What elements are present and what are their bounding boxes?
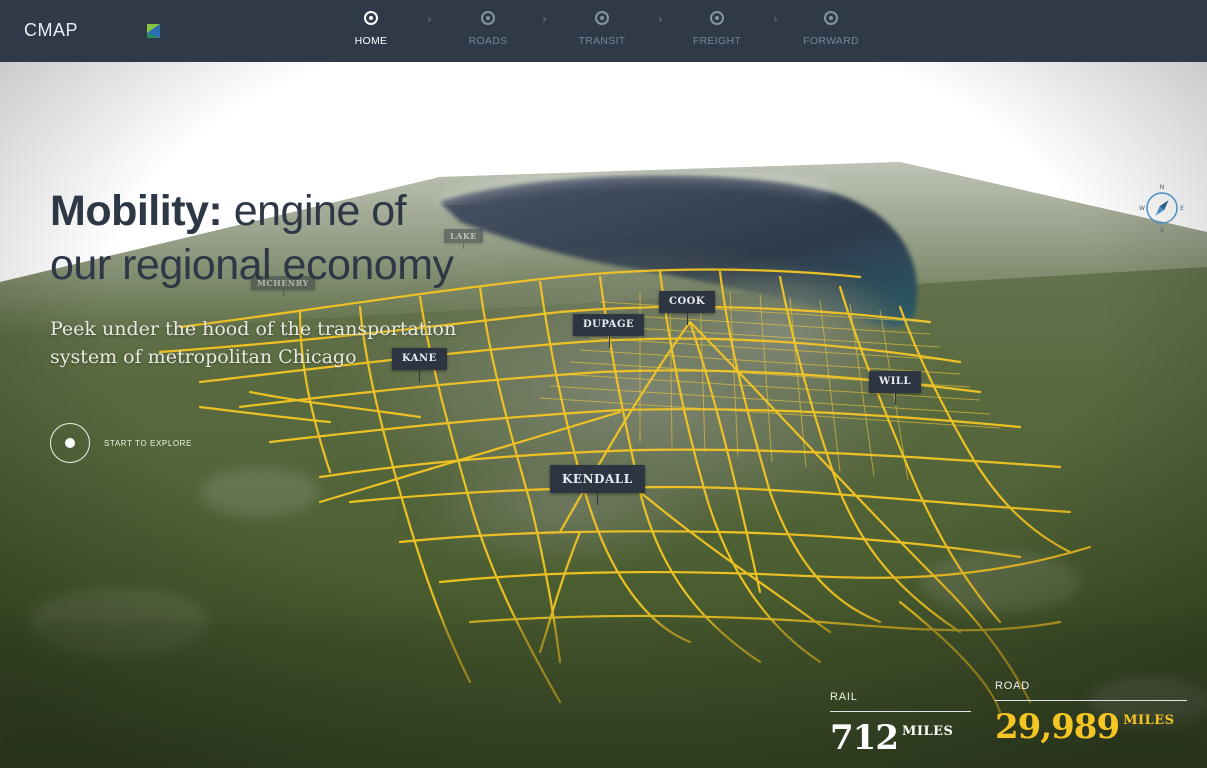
regional-map[interactable] bbox=[0, 62, 1207, 768]
compass-w: W bbox=[1139, 205, 1145, 212]
county-label-lake[interactable]: LAKE bbox=[444, 229, 483, 249]
divider bbox=[830, 711, 971, 712]
chevron-right-icon: › bbox=[542, 12, 547, 26]
nav-step-label: ROADS bbox=[468, 35, 508, 47]
chevron-right-icon: › bbox=[427, 12, 432, 26]
compass-icon[interactable]: N S E W bbox=[1139, 182, 1185, 234]
start-to-explore-button[interactable]: START TO EXPLORE bbox=[50, 423, 192, 463]
county-label-kendall[interactable]: KENDALL bbox=[550, 465, 645, 505]
county-label-kane[interactable]: KANE bbox=[392, 348, 447, 382]
rail-miles-unit: MILES bbox=[901, 724, 954, 739]
step-ring-icon bbox=[364, 11, 378, 25]
step-ring-icon bbox=[595, 11, 609, 25]
step-navigation: HOME › ROADS › TRANSIT › FREIGHT › FORWA… bbox=[330, 0, 890, 62]
nav-step-forward[interactable]: FORWARD bbox=[781, 11, 881, 47]
road-stat: ROAD 29,989 MILES bbox=[995, 680, 1187, 747]
nav-step-label: TRANSIT bbox=[578, 35, 626, 47]
step-ring-icon bbox=[710, 11, 724, 25]
nav-step-label: HOME bbox=[354, 35, 388, 47]
cmap-logo-icon[interactable] bbox=[147, 24, 160, 38]
compass-s: S bbox=[1160, 227, 1164, 234]
county-label-cook[interactable]: COOK bbox=[659, 291, 716, 325]
divider bbox=[995, 700, 1187, 701]
start-to-explore-label: START TO EXPLORE bbox=[104, 438, 192, 448]
nav-step-label: FREIGHT bbox=[692, 35, 742, 47]
play-circle-icon bbox=[50, 423, 90, 463]
step-ring-icon bbox=[824, 11, 838, 25]
top-navigation-bar: CMAP HOME › ROADS › TRANSIT › FREIGHT › … bbox=[0, 0, 1207, 63]
road-miles-value: 29,989 bbox=[995, 707, 1120, 747]
compass-e: E bbox=[1180, 205, 1184, 212]
brand-name[interactable]: CMAP bbox=[24, 20, 78, 41]
county-label-mchenry[interactable]: MCHENRY bbox=[251, 276, 315, 296]
rail-miles-value: 712 bbox=[830, 718, 899, 758]
step-ring-icon bbox=[481, 11, 495, 25]
nav-step-label: FORWARD bbox=[803, 35, 859, 47]
compass-n: N bbox=[1160, 184, 1165, 191]
nav-step-transit[interactable]: TRANSIT bbox=[552, 11, 652, 47]
county-label-will[interactable]: WILL bbox=[869, 371, 921, 405]
title-keyword: Mobility: bbox=[50, 187, 223, 235]
nav-step-freight[interactable]: FREIGHT bbox=[667, 11, 767, 47]
chevron-right-icon: › bbox=[773, 12, 778, 26]
road-stat-label: ROAD bbox=[995, 680, 1030, 692]
nav-step-roads[interactable]: ROADS bbox=[438, 11, 538, 47]
chevron-right-icon: › bbox=[658, 12, 663, 26]
rail-stat-label: RAIL bbox=[830, 691, 858, 703]
title-line-1-rest: engine of bbox=[222, 187, 407, 235]
rail-stat: RAIL 712 MILES bbox=[830, 691, 971, 758]
nav-step-home[interactable]: HOME bbox=[321, 11, 421, 47]
hero-map-scene: Mobility: engine of our regional economy… bbox=[0, 62, 1207, 768]
county-label-dupage[interactable]: DUPAGE bbox=[573, 314, 645, 348]
road-miles-unit: MILES bbox=[1123, 713, 1175, 728]
